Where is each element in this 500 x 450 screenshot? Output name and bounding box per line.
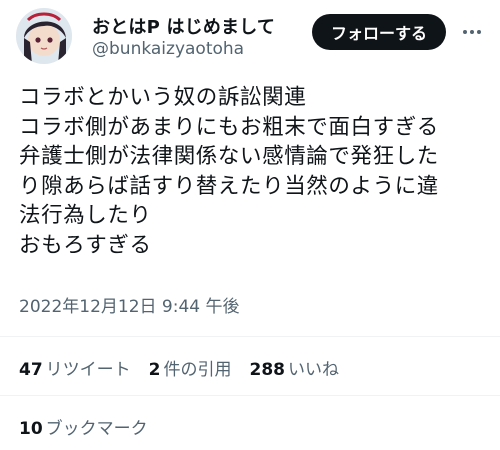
divider <box>0 336 500 337</box>
likes-label: いいね <box>288 360 340 380</box>
quotes-label: 件の引用 <box>163 360 232 380</box>
tweet-text-line: 法行為したり <box>19 203 152 229</box>
tweet-text: コラボとかいう奴の訴訟関連 コラボ側があまりにもお粗末で面白すぎる 弁護士側が法… <box>19 83 494 261</box>
avatar-image <box>16 8 72 64</box>
tweet-card: おとはP はじめまして @bunkaizyaotoha フォローする コラボとか… <box>0 0 500 450</box>
tweet-text-line: コラボとかいう奴の訴訟関連 <box>19 85 307 110</box>
follow-button[interactable]: フォローする <box>312 14 446 50</box>
tweet-timestamp[interactable]: 2022年12月12日 9:44 午後 <box>19 292 240 317</box>
tweet-text-line: り隙あらば話すり替えたり当然のように違 <box>19 173 439 199</box>
avatar[interactable] <box>16 8 72 64</box>
quotes-stat[interactable]: 2 件の引用 <box>149 355 232 380</box>
likes-stat[interactable]: 288 いいね <box>250 355 340 380</box>
more-horizontal-icon[interactable] <box>460 22 484 42</box>
quotes-count: 2 <box>148 360 161 380</box>
bookmarks-stat[interactable]: 10 ブックマーク <box>19 414 148 439</box>
tweet-text-line: コラボ側があまりにもお粗末で面白すぎる <box>19 114 439 140</box>
tweet-text-line: 弁護士側が法律関係ない感情論で発狂した <box>19 144 439 170</box>
divider <box>0 395 500 396</box>
bookmarks-label: ブックマーク <box>45 419 148 439</box>
retweets-label: リツイート <box>45 360 131 380</box>
retweets-count: 47 <box>19 360 43 380</box>
bookmarks-count: 10 <box>19 419 43 439</box>
author-display-name[interactable]: おとはP はじめまして <box>92 13 275 39</box>
engagement-stats: 47 リツイート 2 件の引用 288 いいね <box>19 355 357 380</box>
retweets-stat[interactable]: 47 リツイート <box>19 355 131 380</box>
tweet-text-line: おもろすぎる <box>19 232 152 258</box>
author-handle[interactable]: @bunkaizyaotoha <box>92 39 244 59</box>
likes-count: 288 <box>249 360 286 380</box>
